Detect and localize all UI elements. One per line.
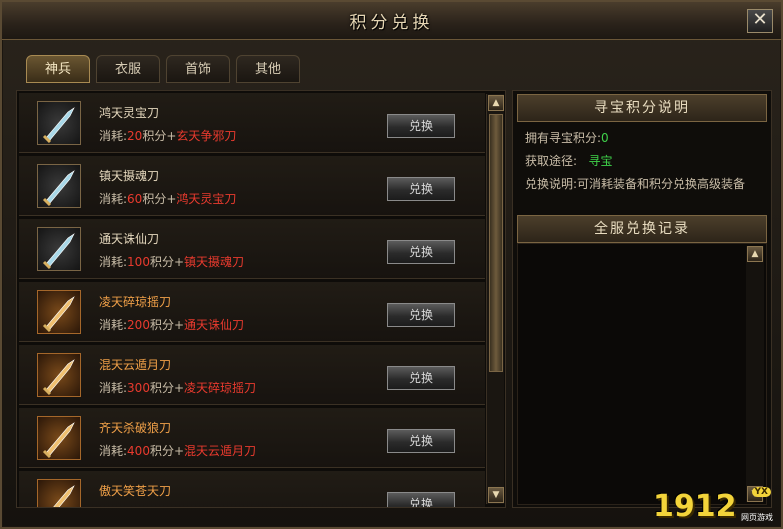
cost-unit: 积分+	[142, 129, 177, 143]
logo-number: 1912	[653, 489, 737, 524]
exchange-button[interactable]: 兑换	[387, 114, 455, 138]
cost-prefix: 消耗:	[99, 381, 128, 395]
item-cost: 消耗:60积分+鸿天灵宝刀	[99, 190, 236, 207]
cost-unit: 积分+	[142, 192, 177, 206]
cost-required-item: 鸿天灵宝刀	[176, 192, 237, 206]
item-name: 凌天碎琼摇刀	[99, 295, 172, 309]
points-owned-label: 拥有寻宝积分:	[525, 131, 602, 145]
item-name: 镇天摄魂刀	[99, 169, 160, 183]
exchange-button[interactable]: 兑换	[387, 240, 455, 264]
blade-icon[interactable]	[37, 164, 81, 208]
exchange-button[interactable]: 兑换	[387, 492, 455, 507]
cost-unit: 积分+	[149, 255, 185, 269]
exchange-log-header: 全服兑换记录	[517, 215, 767, 243]
item-list-scrollbar[interactable]: ▲ ▼	[486, 94, 504, 504]
item-cost: 消耗:20积分+玄天争邪刀	[99, 127, 236, 144]
item-row: 通天诛仙刀消耗:100积分+镇天摄魂刀 兑换	[19, 219, 485, 279]
item-name: 鸿天灵宝刀	[99, 106, 160, 120]
scroll-thumb[interactable]	[489, 114, 503, 372]
points-source: 获取途径: 寻宝	[525, 152, 613, 169]
cost-required-item: 镇天摄魂刀	[184, 255, 245, 269]
cost-unit: 积分+	[149, 381, 185, 395]
logo-subtitle: 网页游戏	[741, 513, 773, 522]
scroll-down-button[interactable]: ▼	[488, 487, 504, 503]
tab-bar: 神兵 衣服 首饰 其他	[26, 55, 300, 83]
tab-jewelry[interactable]: 首饰	[166, 55, 230, 83]
cost-points: 400	[127, 444, 150, 458]
item-row: 混天云遁月刀 消耗:300积分+凌天碎琼摇刀 兑换	[19, 345, 485, 405]
site-logo: 1912 YX 网页游戏	[653, 487, 773, 524]
item-row: 凌天碎琼摇刀 消耗:200积分+通天诛仙刀 兑换	[19, 282, 485, 342]
points-info-header: 寻宝积分说明	[517, 94, 767, 122]
cost-points: 20	[127, 129, 143, 143]
points-owned-value: 0	[601, 131, 609, 145]
item-row: 镇天摄魂刀消耗:60积分+鸿天灵宝刀 兑换	[19, 156, 485, 216]
log-scrollbar[interactable]: ▲ ▼	[746, 246, 764, 502]
blade-icon[interactable]	[37, 416, 81, 460]
item-name: 傲天笑苍天刀	[99, 484, 172, 498]
item-cost: 消耗:300积分+凌天碎琼摇刀	[99, 379, 256, 396]
exchange-window: 积分兑换 ✕ 神兵 衣服 首饰 其他 鸿天灵宝刀 消耗:20积分+玄天争邪刀 兑换镇…	[0, 0, 783, 529]
title-bar[interactable]: 积分兑换 ✕	[2, 2, 781, 40]
item-row: 齐天杀破狼刀 消耗:400积分+混天云遁月刀 兑换	[19, 408, 485, 468]
exchange-button[interactable]: 兑换	[387, 366, 455, 390]
close-button[interactable]: ✕	[747, 9, 773, 33]
cost-unit: 积分+	[149, 318, 185, 332]
cost-points: 60	[127, 192, 143, 206]
scroll-up-button[interactable]: ▲	[488, 95, 504, 111]
cost-prefix: 消耗:	[99, 129, 128, 143]
blade-icon[interactable]	[37, 290, 81, 334]
cost-points: 300	[127, 381, 150, 395]
cost-prefix: 消耗:	[99, 192, 128, 206]
cost-required-item: 凌天碎琼摇刀	[184, 381, 257, 395]
cost-points: 200	[127, 318, 150, 332]
item-list: 鸿天灵宝刀 消耗:20积分+玄天争邪刀 兑换 镇天摄魂刀 消耗:60积分+鸿天灵宝刀 兑换…	[16, 90, 506, 508]
cost-required-item: 混天云遁月刀	[184, 444, 257, 458]
cost-required-item: 玄天争邪刀	[176, 129, 237, 143]
item-row: 傲天笑苍天刀兑换	[19, 471, 485, 507]
item-cost: 消耗:400积分+混天云遁月刀	[99, 442, 256, 459]
exchange-log: ▲ ▼	[517, 243, 767, 505]
points-source-label: 获取途径:	[525, 154, 578, 168]
item-name: 通天诛仙刀	[99, 232, 160, 246]
cost-prefix: 消耗:	[99, 255, 128, 269]
logo-badge: YX	[751, 487, 771, 497]
cost-required-item: 通天诛仙刀	[184, 318, 245, 332]
points-owned: 拥有寻宝积分:0	[525, 129, 609, 146]
item-name: 齐天杀破狼刀	[99, 421, 172, 435]
cost-prefix: 消耗:	[99, 444, 128, 458]
exchange-button[interactable]: 兑换	[387, 303, 455, 327]
tab-weapons[interactable]: 神兵	[26, 55, 90, 83]
item-row: 鸿天灵宝刀消耗:20积分+玄天争邪刀 兑换	[19, 93, 485, 153]
log-scroll-up-button[interactable]: ▲	[747, 246, 763, 262]
exchange-button[interactable]: 兑换	[387, 429, 455, 453]
cost-prefix: 消耗:	[99, 318, 128, 332]
blade-icon[interactable]	[37, 227, 81, 271]
exchange-description: 兑换说明:可消耗装备和积分兑换高级装备	[525, 177, 746, 191]
cost-points: 100	[127, 255, 150, 269]
item-cost: 消耗:100积分+镇天摄魂刀	[99, 253, 244, 270]
blade-icon[interactable]	[37, 101, 81, 145]
exchange-button[interactable]: 兑换	[387, 177, 455, 201]
blade-icon[interactable]	[37, 479, 81, 507]
tab-other[interactable]: 其他	[236, 55, 300, 83]
tab-clothes[interactable]: 衣服	[96, 55, 160, 83]
info-panel: 寻宝积分说明 拥有寻宝积分:0 获取途径: 寻宝 兑换说明:可消耗装备和积分兑换…	[512, 90, 772, 508]
treasure-hunt-link[interactable]: 寻宝	[589, 154, 613, 168]
item-name: 混天云遁月刀	[99, 358, 172, 372]
item-cost: 消耗:200积分+通天诛仙刀	[99, 316, 244, 333]
cost-unit: 积分+	[149, 444, 185, 458]
blade-icon[interactable]	[37, 353, 81, 397]
window-title: 积分兑换	[349, 13, 434, 33]
